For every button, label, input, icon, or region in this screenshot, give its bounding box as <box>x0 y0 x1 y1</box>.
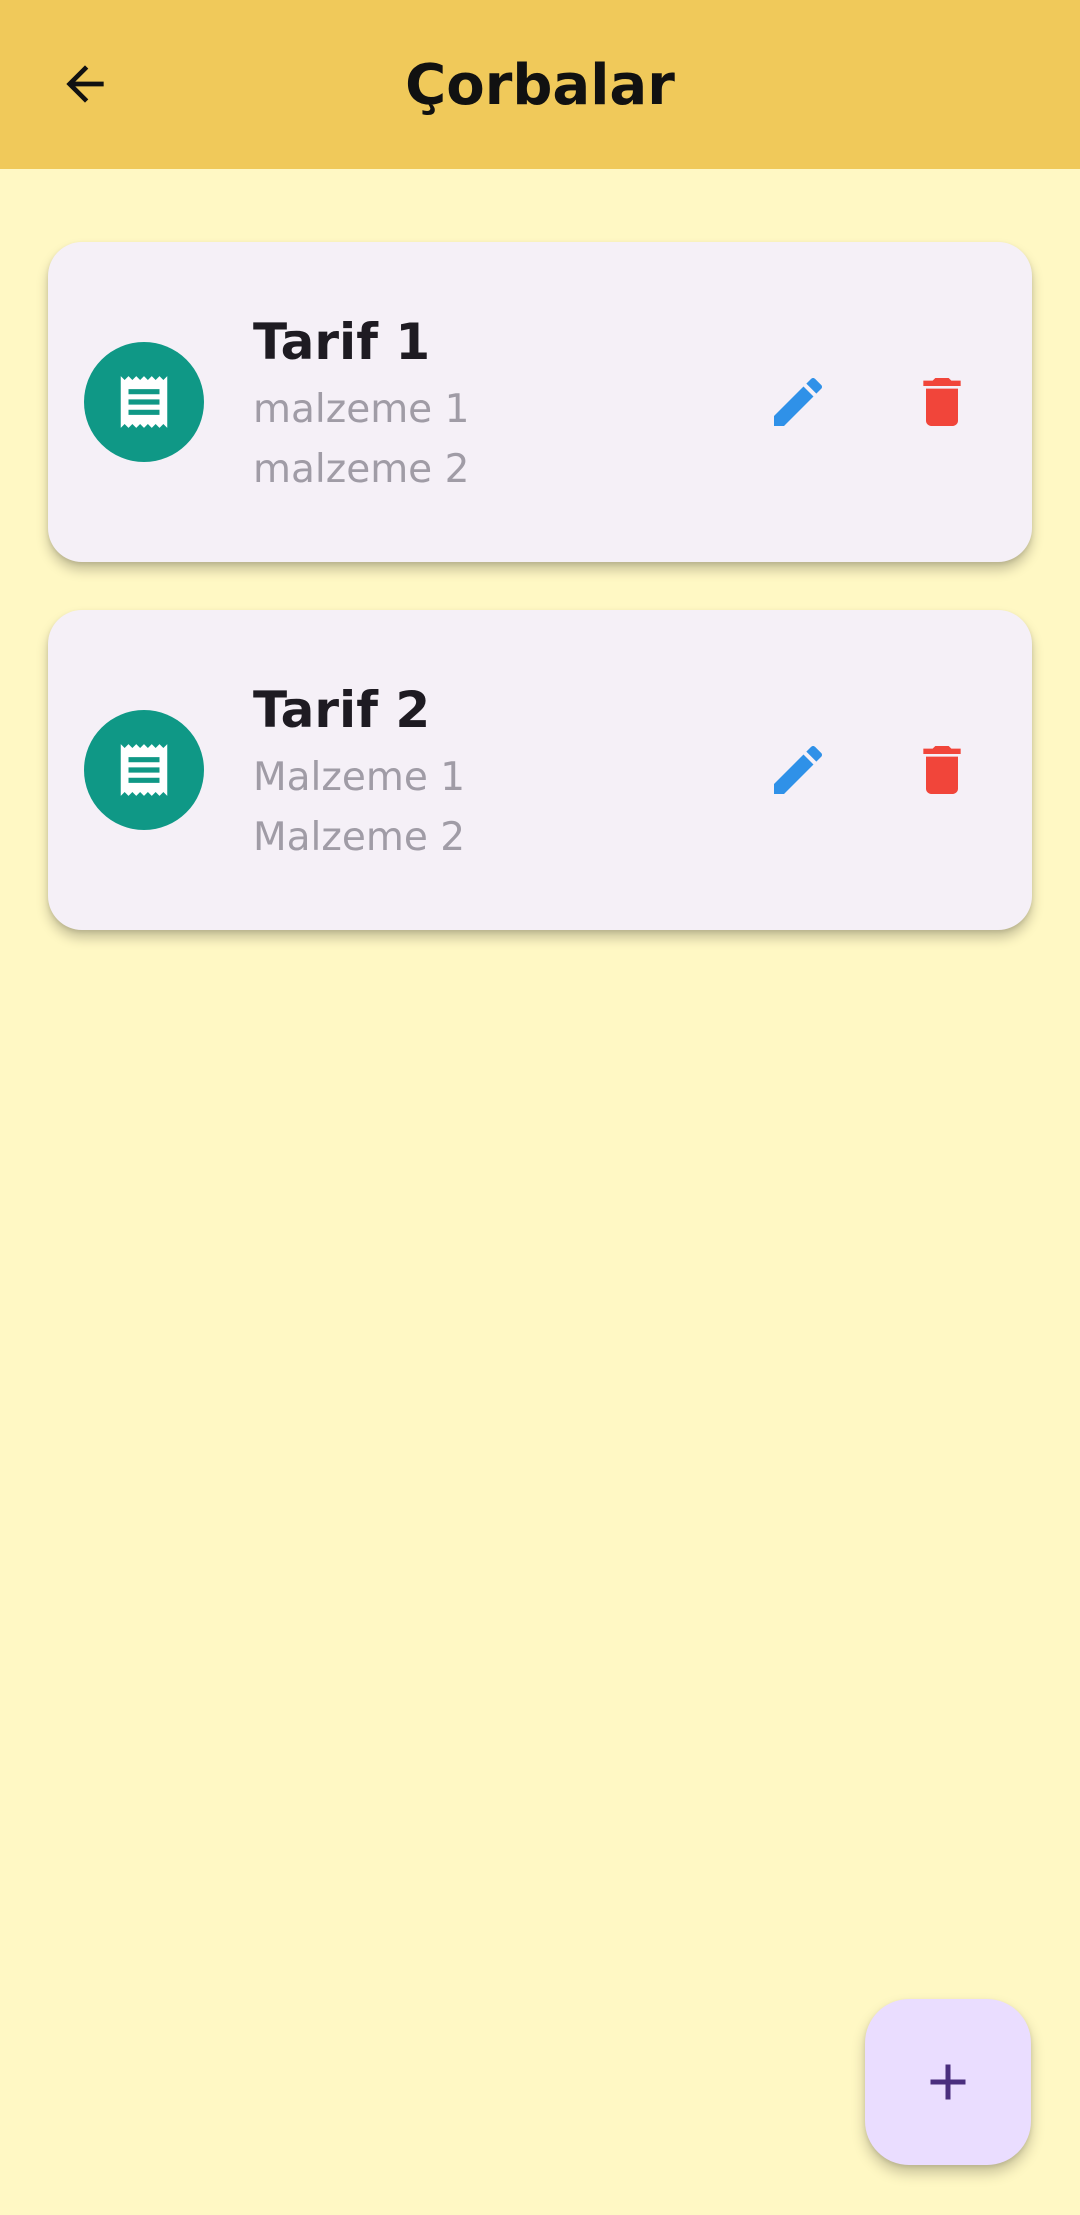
recipe-card[interactable]: Tarif 1 malzeme 1 malzeme 2 <box>48 242 1032 562</box>
receipt-icon <box>120 744 168 796</box>
screen: Çorbalar Tarif 1 malzeme 1 malzeme 2 Tar… <box>0 0 1080 2215</box>
delete-button[interactable] <box>892 720 992 820</box>
recipe-ingredients: Malzeme 1 Malzeme 2 <box>253 748 465 868</box>
recipe-title: Tarif 2 <box>253 681 431 739</box>
recipe-title: Tarif 1 <box>253 313 431 371</box>
ingredient-line: Malzeme 1 <box>253 755 466 800</box>
recipe-ingredients: malzeme 1 malzeme 2 <box>253 380 469 500</box>
receipt-icon <box>120 376 168 428</box>
edit-icon <box>774 377 823 426</box>
delete-icon <box>923 746 961 794</box>
ingredient-line: Malzeme 2 <box>253 815 466 860</box>
recipe-avatar <box>84 710 204 830</box>
add-recipe-fab[interactable] <box>865 1999 1031 2165</box>
recipe-avatar <box>84 342 204 462</box>
delete-button[interactable] <box>892 352 992 452</box>
ingredient-line: malzeme 2 <box>253 447 470 492</box>
recipe-list: Tarif 1 malzeme 1 malzeme 2 Tarif 2 Malz… <box>48 242 1032 978</box>
edit-button[interactable] <box>748 720 848 820</box>
add-icon <box>930 2064 966 2100</box>
recipe-card[interactable]: Tarif 2 Malzeme 1 Malzeme 2 <box>48 610 1032 930</box>
edit-button[interactable] <box>748 352 848 452</box>
app-bar: Çorbalar <box>0 0 1080 169</box>
ingredient-line: malzeme 1 <box>253 387 470 432</box>
delete-icon <box>923 378 961 426</box>
edit-icon <box>774 745 823 794</box>
page-title: Çorbalar <box>405 53 675 118</box>
